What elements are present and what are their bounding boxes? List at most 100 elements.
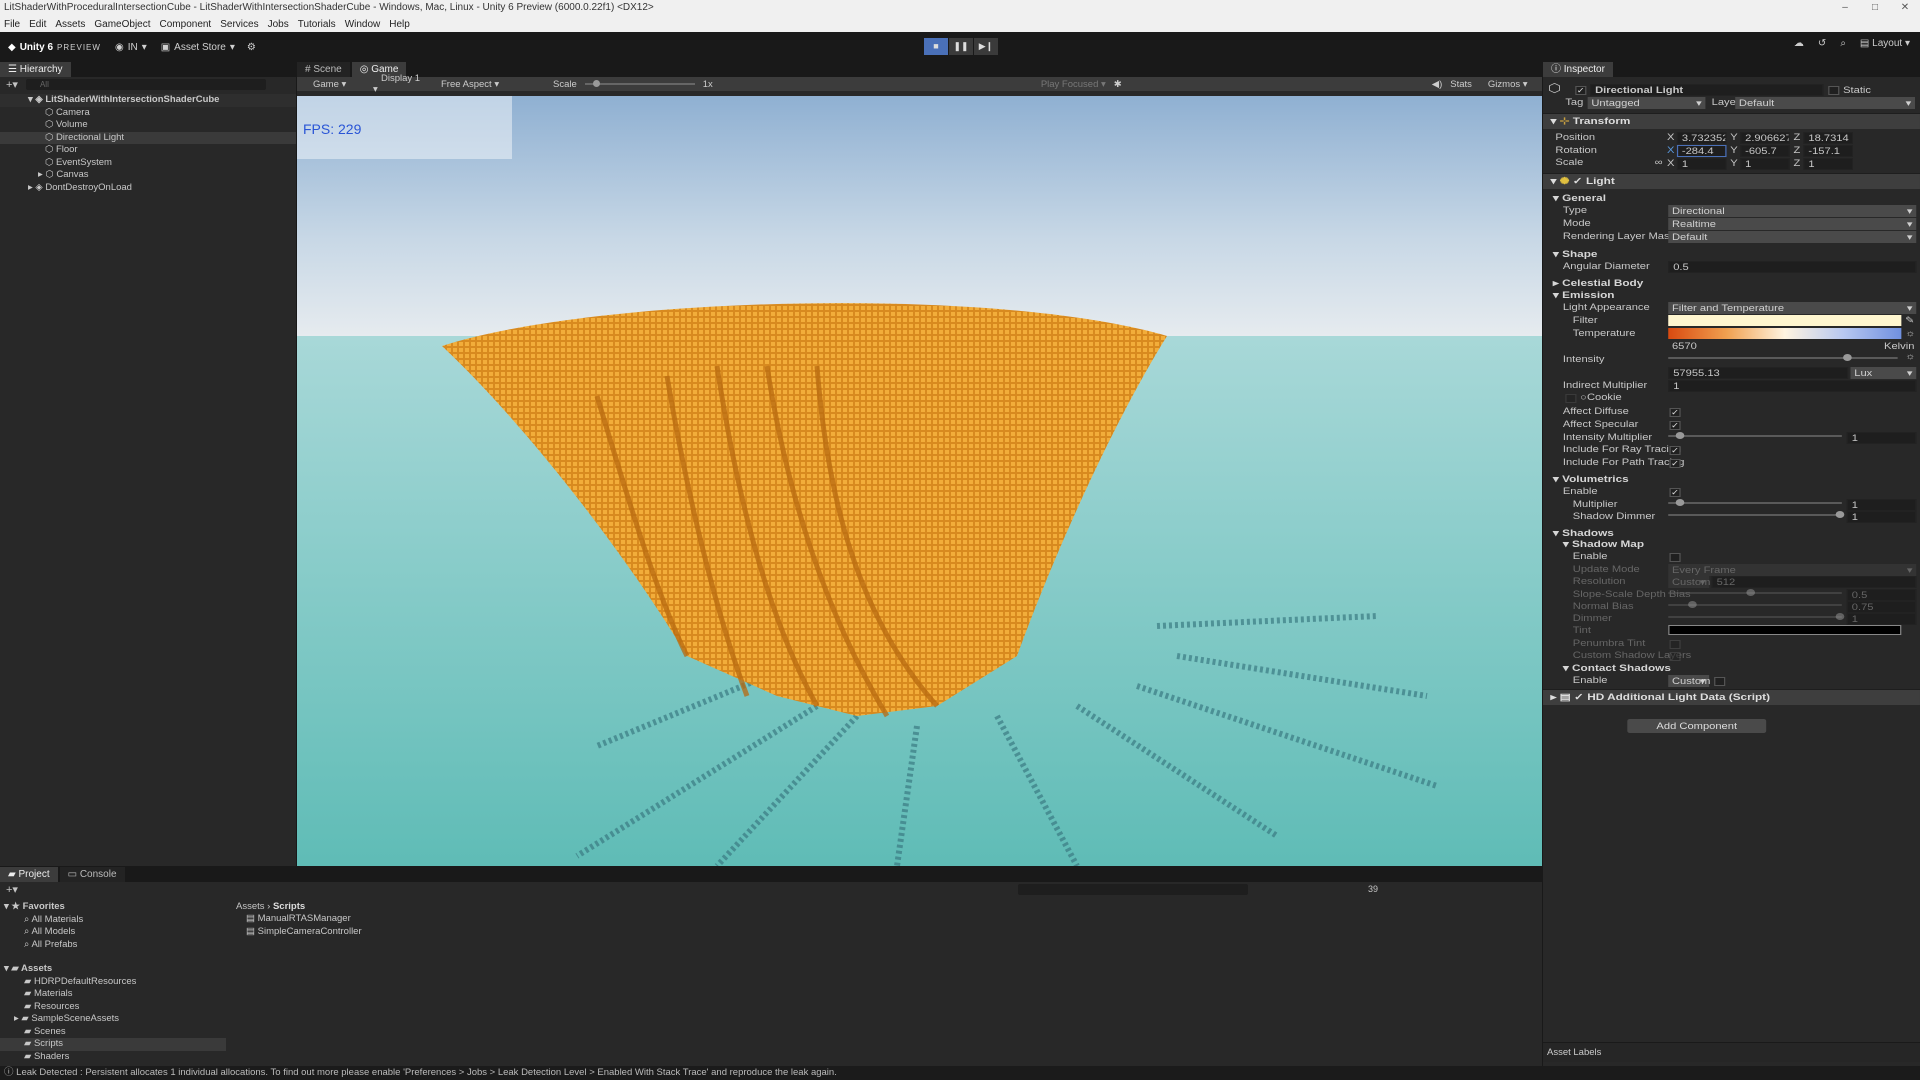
tab-hierarchy[interactable]: ☰ Hierarchy <box>0 62 71 77</box>
scale-x-field[interactable]: 1 <box>1676 158 1727 170</box>
vol-multiplier-slider[interactable] <box>1668 502 1842 504</box>
favorite-item[interactable]: ⌕ All Prefabs <box>0 939 226 952</box>
active-checkbox[interactable]: ✓ <box>1575 86 1587 95</box>
penumbra-tint-checkbox[interactable] <box>1669 640 1681 649</box>
tab-scene[interactable]: # Scene <box>297 62 350 77</box>
intensity-slider[interactable] <box>1668 357 1898 359</box>
tint-color-swatch[interactable] <box>1668 625 1902 635</box>
game-viewport[interactable]: FPS: 229 <box>297 96 1542 866</box>
gizmos-dropdown[interactable]: Gizmos ▾ <box>1480 79 1528 90</box>
scale-link-icon[interactable]: ∞ <box>1655 157 1663 167</box>
add-icon[interactable]: +▾ <box>6 78 18 91</box>
folder-item[interactable]: ▰ Materials <box>0 988 226 1001</box>
slope-bias-knob[interactable] <box>1746 589 1756 596</box>
temperature-field[interactable]: 6570 <box>1668 341 1879 353</box>
temperature-gradient[interactable] <box>1668 328 1902 339</box>
dimmer-knob[interactable] <box>1835 613 1845 620</box>
menu-component[interactable]: Component <box>160 19 212 30</box>
play-button[interactable]: ■ <box>924 38 948 55</box>
bug-icon[interactable]: ✱ <box>1114 79 1122 90</box>
filter-color-swatch[interactable] <box>1668 315 1902 326</box>
contact-enable-dropdown[interactable]: Custom <box>1668 675 1710 687</box>
path-tracing-checkbox[interactable]: ✓ <box>1669 459 1681 468</box>
display-dropdown[interactable]: Display 1 ▾ <box>373 73 425 95</box>
file-item[interactable]: ▤ SimpleCameraController <box>234 926 1542 939</box>
minimize-button[interactable]: – <box>1830 0 1860 16</box>
game-mode-dropdown[interactable]: Game ▾ <box>305 79 365 90</box>
hierarchy-item[interactable]: ⬡ Volume <box>0 119 296 132</box>
unity-brand[interactable]: ◆ Unity 6 PREVIEW <box>8 42 101 53</box>
history-icon[interactable]: ↺ <box>1818 38 1826 49</box>
file-item[interactable]: ▤ ManualRTASManager <box>234 913 1542 926</box>
transform-header[interactable]: ▾ ⊹ Transform <box>1543 113 1920 129</box>
menu-file[interactable]: File <box>4 19 20 30</box>
settings-button[interactable]: ⚙ <box>247 42 256 53</box>
slope-bias-field[interactable]: 0.5 <box>1846 589 1917 601</box>
shape-header[interactable]: ▾ Shape <box>1543 249 1920 260</box>
volumetrics-header[interactable]: ▾ Volumetrics <box>1543 474 1920 485</box>
assets-folder[interactable]: ▾ ▰ Assets <box>0 963 226 976</box>
folder-item[interactable]: ▰ Resources <box>0 1001 226 1014</box>
intensity-field[interactable]: 57955.13 <box>1668 367 1849 379</box>
dimmer-slider[interactable] <box>1668 616 1842 618</box>
mute-icon[interactable]: ◀) <box>1432 79 1442 90</box>
folder-item[interactable]: ▰ HDRPDefaultResources <box>0 976 226 989</box>
shadows-header[interactable]: ▾ Shadows <box>1543 528 1920 539</box>
layer-dropdown[interactable]: Default <box>1735 97 1915 109</box>
resolution-dropdown[interactable]: Custom <box>1668 576 1710 588</box>
rotation-x-field[interactable]: -284.4 <box>1676 145 1727 157</box>
aspect-dropdown[interactable]: Free Aspect ▾ <box>433 79 545 90</box>
scale-slider-knob[interactable] <box>592 80 600 87</box>
ray-tracing-checkbox[interactable]: ✓ <box>1669 446 1681 455</box>
layout-dropdown[interactable]: ▤ Layout ▾ <box>1860 38 1910 49</box>
eyedropper-icon[interactable]: ✎ <box>1905 315 1914 326</box>
affect-specular-checkbox[interactable]: ✓ <box>1669 421 1681 430</box>
scene-root[interactable]: ▾ ◈ LitShaderWithIntersectionShaderCube <box>0 94 296 107</box>
menu-help[interactable]: Help <box>389 19 410 30</box>
position-z-field[interactable]: 18.7314 <box>1803 132 1853 144</box>
intensity-multiplier-knob[interactable] <box>1675 432 1685 439</box>
light-header[interactable]: ▾ ✺ ✓ Light <box>1543 173 1920 189</box>
hierarchy-item[interactable]: ⬡ Floor <box>0 144 296 157</box>
contact-shadows-header[interactable]: ▾ Contact Shadows <box>1543 663 1920 674</box>
intensity-slider-knob[interactable] <box>1843 354 1852 361</box>
tab-console[interactable]: ▭ Console <box>59 867 125 882</box>
volumetrics-enable-checkbox[interactable]: ✓ <box>1669 488 1681 497</box>
breadcrumb-assets[interactable]: Assets <box>236 901 265 912</box>
emission-header[interactable]: ▾ Emission <box>1543 290 1920 301</box>
breadcrumb-scripts[interactable]: Scripts <box>273 901 305 912</box>
dimmer-field[interactable]: 1 <box>1846 613 1917 625</box>
menu-assets[interactable]: Assets <box>55 19 85 30</box>
shadow-dimmer-field[interactable]: 1 <box>1846 511 1917 523</box>
vol-multiplier-knob[interactable] <box>1675 499 1685 506</box>
rotation-z-field[interactable]: -157.1 <box>1803 145 1853 157</box>
menu-tutorials[interactable]: Tutorials <box>298 19 336 30</box>
normal-bias-knob[interactable] <box>1688 601 1697 608</box>
hd-data-header[interactable]: ▸ ▤ ✓ HD Additional Light Data (Script) <box>1543 689 1920 705</box>
custom-shadow-layers-checkbox[interactable] <box>1669 652 1681 661</box>
hierarchy-item-selected[interactable]: ⬡ Directional Light <box>0 131 296 144</box>
status-bar[interactable]: ⓘ Leak Detected : Persistent allocates 1… <box>0 1066 1920 1080</box>
cloud-icon[interactable]: ☁ <box>1794 38 1804 49</box>
intensity-multiplier-slider[interactable] <box>1668 435 1842 437</box>
menu-services[interactable]: Services <box>220 19 258 30</box>
resolution-field[interactable]: 512 <box>1711 576 1917 588</box>
shadow-map-enable-checkbox[interactable] <box>1669 553 1681 562</box>
menu-jobs[interactable]: Jobs <box>268 19 289 30</box>
scale-y-field[interactable]: 1 <box>1740 158 1790 170</box>
stats-button[interactable]: Stats <box>1450 79 1472 90</box>
tab-inspector[interactable]: ⓘ Inspector <box>1543 62 1613 77</box>
asset-labels-bar[interactable]: Asset Labels <box>1543 1042 1920 1062</box>
account-dropdown[interactable]: ◉ IN ▾ <box>115 42 147 53</box>
general-header[interactable]: ▾ General <box>1543 193 1920 204</box>
static-checkbox[interactable] <box>1828 86 1840 95</box>
intensity-unit-dropdown[interactable]: Lux <box>1850 367 1917 379</box>
object-name-field[interactable]: Directional Light <box>1590 84 1824 96</box>
play-focused-dropdown[interactable]: Play Focused ▾ <box>1033 79 1106 90</box>
light-appearance-dropdown[interactable]: Filter and Temperature <box>1668 302 1917 314</box>
hierarchy-search-input[interactable]: All <box>25 78 266 90</box>
step-button[interactable]: ▶❙ <box>974 38 998 55</box>
mode-dropdown[interactable]: Realtime <box>1668 218 1917 230</box>
hierarchy-item[interactable]: ▸ ⬡ Canvas <box>0 169 296 182</box>
celestial-body-header[interactable]: ▸ Celestial Body <box>1543 278 1920 289</box>
